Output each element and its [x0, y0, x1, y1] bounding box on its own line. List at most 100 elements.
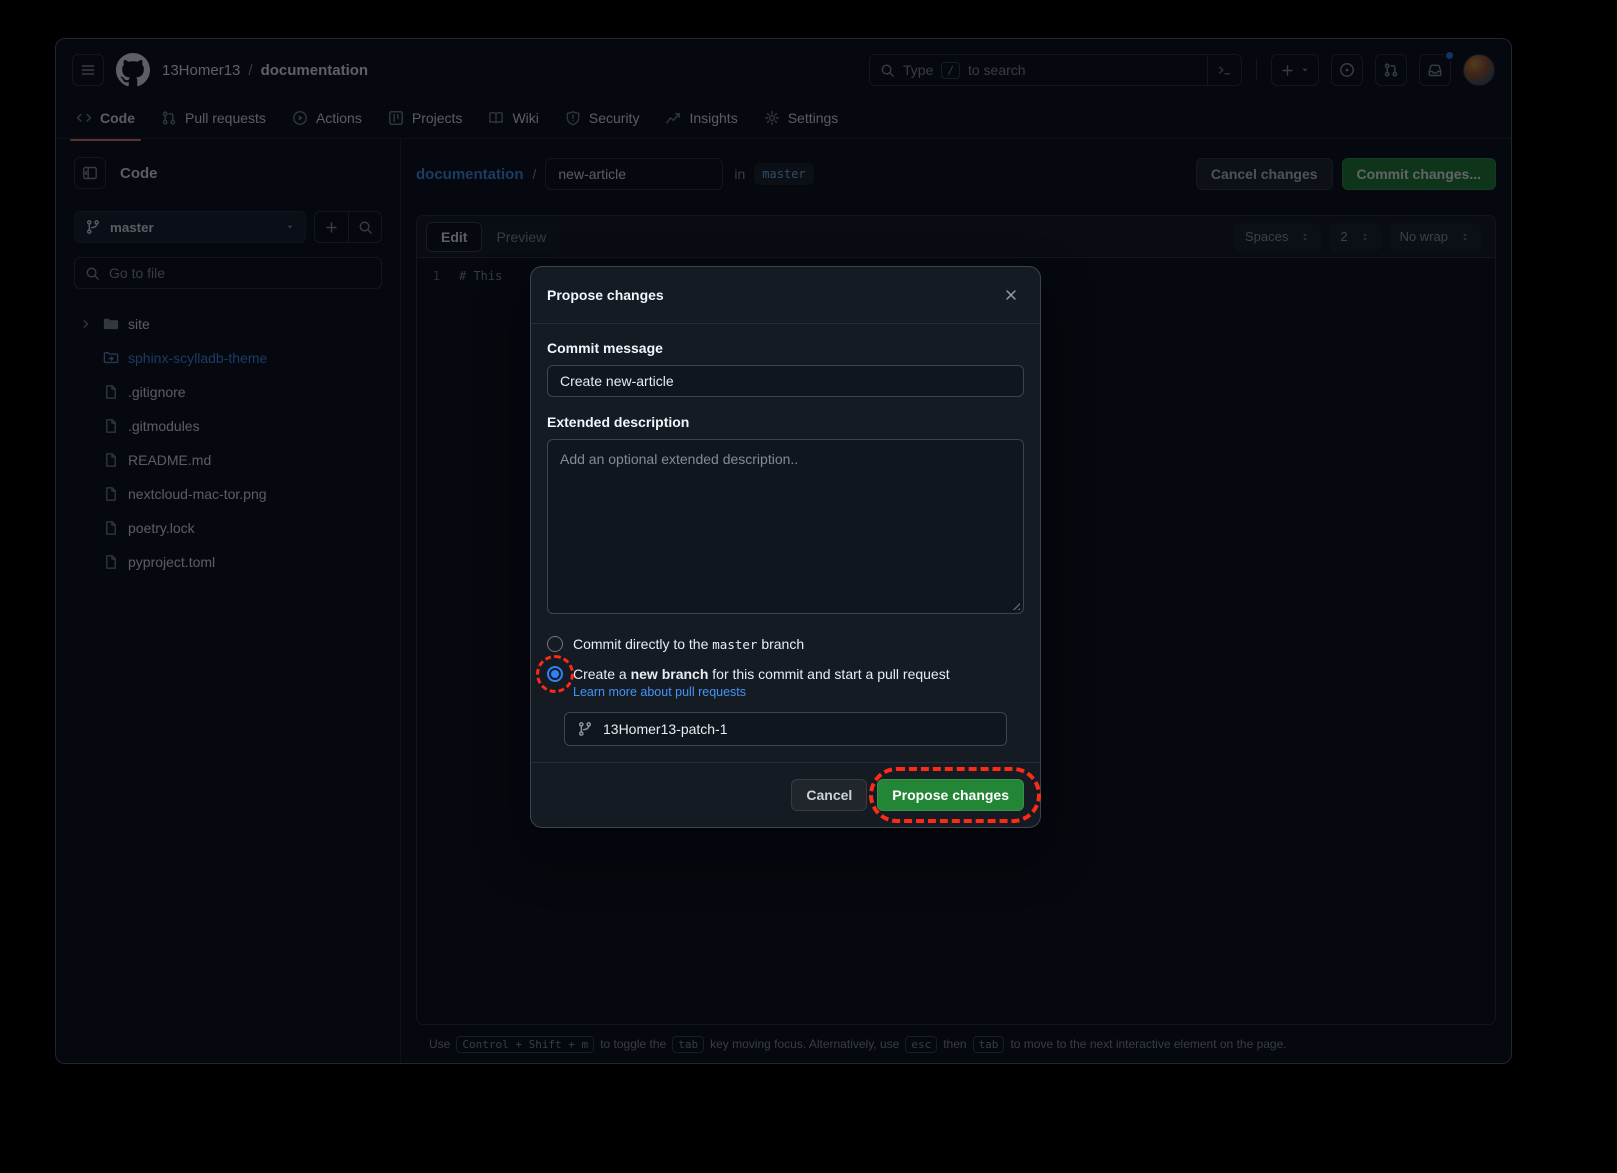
tab-wiki[interactable]: Wiki [480, 104, 546, 132]
tab-security[interactable]: Security [557, 104, 648, 132]
tree-item-sphinx-scylladb-theme[interactable]: sphinx-scylladb-theme [74, 341, 382, 375]
commit-message-input[interactable] [547, 365, 1024, 397]
issues-button[interactable] [1331, 54, 1363, 86]
kbd-shortcut: tab [672, 1036, 704, 1053]
radio-selected-icon[interactable] [547, 666, 563, 682]
tab-insights[interactable]: Insights [657, 104, 745, 132]
hint-text: to toggle the [600, 1037, 666, 1051]
search-icon [880, 63, 895, 78]
command-palette-icon[interactable] [1207, 55, 1241, 85]
plus-icon [324, 220, 339, 235]
repo-nav: Code Pull requests Actions Projects Wiki… [56, 95, 1511, 139]
collapse-sidebar-button[interactable] [74, 157, 106, 189]
tab-projects[interactable]: Projects [380, 104, 471, 132]
sidebar-header: Code [74, 157, 382, 189]
search-icon [85, 266, 100, 281]
tree-item-site[interactable]: site [74, 307, 382, 341]
create-new-button[interactable] [1271, 54, 1319, 86]
dialog-header: Propose changes [531, 267, 1040, 323]
tab-actions-label: Actions [316, 110, 362, 126]
filename-input[interactable] [545, 158, 723, 190]
indent-size-select[interactable]: 2 [1329, 223, 1380, 251]
tree-item-readme[interactable]: README.md [74, 443, 382, 477]
propose-changes-button[interactable]: Propose changes [877, 779, 1024, 811]
tab-edit[interactable]: Edit [426, 222, 482, 252]
go-to-file-input[interactable]: Go to file [74, 257, 382, 289]
tab-settings[interactable]: Settings [756, 104, 847, 132]
tab-insights-label: Insights [689, 110, 737, 126]
breadcrumb-owner[interactable]: 13Homer13 [162, 62, 240, 79]
tree-item-gitignore[interactable]: .gitignore [74, 375, 382, 409]
close-dialog-button[interactable] [998, 282, 1024, 308]
wrap-mode-select[interactable]: No wrap [1389, 223, 1481, 251]
tree-item-nextcloud-mac-tor[interactable]: nextcloud-mac-tor.png [74, 477, 382, 511]
extended-description-label: Extended description [547, 414, 1024, 430]
breadcrumb-repo[interactable]: documentation [261, 62, 369, 79]
file-icon [103, 418, 119, 434]
commit-changes-button[interactable]: Commit changes... [1342, 158, 1496, 190]
tree-item-label: poetry.lock [128, 520, 195, 536]
add-file-button[interactable] [315, 212, 348, 242]
hamburger-menu-button[interactable] [72, 54, 104, 86]
accessibility-hint-bar: Use Control + Shift + m to toggle the ta… [401, 1025, 1511, 1063]
tree-item-pyproject-toml[interactable]: pyproject.toml [74, 545, 382, 579]
search-files-button[interactable] [348, 212, 381, 242]
folder-icon [103, 316, 119, 332]
radio-unselected-icon[interactable] [547, 636, 563, 652]
tab-pull-requests[interactable]: Pull requests [153, 104, 274, 132]
extended-description-textarea[interactable] [547, 439, 1024, 614]
global-search-input[interactable]: Type / to search [869, 54, 1242, 86]
slash-key-hint: / [941, 62, 960, 79]
commit-target-options: Commit directly to the master branch Cre… [547, 634, 1024, 684]
tab-preview[interactable]: Preview [482, 222, 560, 252]
breadcrumb-separator: / [533, 166, 537, 182]
cancel-changes-button[interactable]: Cancel changes [1196, 158, 1333, 190]
book-icon [488, 110, 504, 126]
editor-actions: Cancel changes Commit changes... [1196, 158, 1496, 190]
learn-more-link[interactable]: Learn more about pull requests [573, 685, 746, 699]
dialog-title: Propose changes [547, 287, 664, 303]
search-placeholder-post: to search [968, 62, 1026, 78]
dialog-body: Commit message Extended description Comm… [531, 324, 1040, 762]
file-icon [103, 486, 119, 502]
tab-pull-requests-label: Pull requests [185, 110, 266, 126]
plus-icon [1280, 63, 1295, 78]
play-icon [292, 110, 308, 126]
avatar[interactable] [1463, 54, 1495, 86]
branch-row: master [74, 211, 382, 243]
learn-more-row: Learn more about pull requests [573, 685, 1024, 699]
tab-security-label: Security [589, 110, 640, 126]
cancel-button[interactable]: Cancel [791, 779, 867, 811]
hint-text: key moving focus. Alternatively, use [710, 1037, 899, 1051]
branch-selector[interactable]: master [74, 211, 306, 243]
indent-mode-select[interactable]: Spaces [1234, 223, 1321, 251]
updown-caret-icon [1360, 230, 1370, 244]
pull-requests-button[interactable] [1375, 54, 1407, 86]
editor-toolbar: Edit Preview Spaces 2 [417, 216, 1495, 258]
tab-code[interactable]: Code [68, 104, 143, 132]
tree-item-poetry-lock[interactable]: poetry.lock [74, 511, 382, 545]
inbox-wrap [1419, 54, 1451, 86]
gear-icon [764, 110, 780, 126]
github-logo[interactable] [116, 53, 150, 87]
line-number: 1 [417, 269, 459, 1024]
breadcrumb-repo-link[interactable]: documentation [416, 166, 524, 183]
tab-actions[interactable]: Actions [284, 104, 370, 132]
new-branch-name-field [564, 712, 1007, 746]
hint-text: to move to the next interactive element … [1010, 1037, 1286, 1051]
shield-icon [565, 110, 581, 126]
close-icon [1004, 288, 1018, 302]
file-tree: site sphinx-scylladb-theme .gitignore [74, 307, 382, 579]
tree-item-gitmodules[interactable]: .gitmodules [74, 409, 382, 443]
tree-item-label: README.md [128, 452, 211, 468]
radio-commit-direct[interactable]: Commit directly to the master branch [547, 634, 1024, 654]
code-line: # This [459, 269, 502, 1024]
table-icon [388, 110, 404, 126]
radio-create-branch[interactable]: Create a new branch for this commit and … [547, 664, 1024, 684]
issue-opened-icon [1339, 62, 1355, 78]
chevron-right-icon[interactable] [78, 317, 94, 331]
extended-description-wrap [547, 439, 1024, 617]
code-icon [76, 110, 92, 126]
new-branch-name-input[interactable] [603, 721, 994, 737]
radio-create-branch-label: Create a new branch for this commit and … [573, 664, 950, 684]
